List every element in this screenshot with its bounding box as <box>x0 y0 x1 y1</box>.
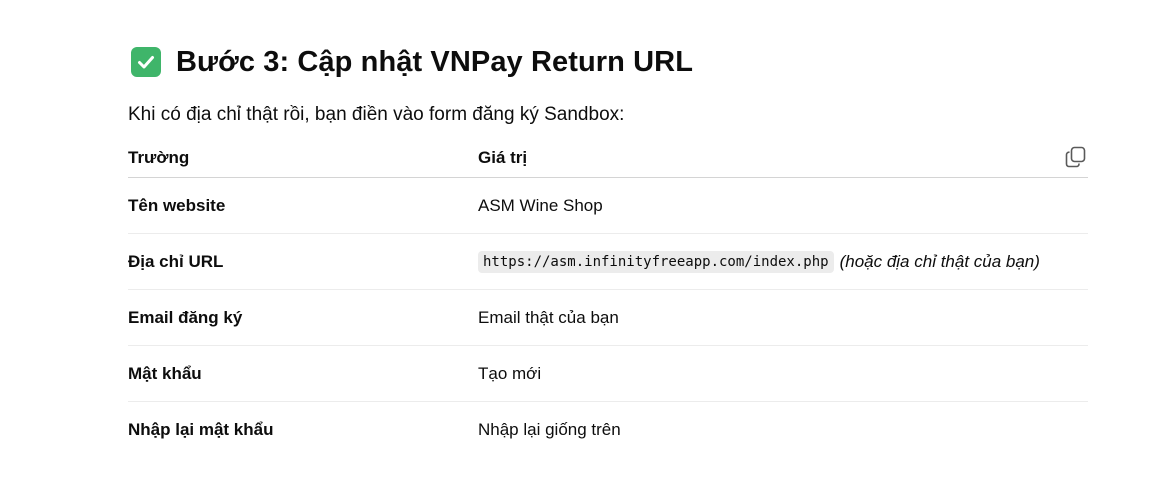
value-cell: ASM Wine Shop <box>478 195 603 215</box>
table-row: Nhập lại mật khẩu Nhập lại giống trên <box>128 402 1088 457</box>
header-value: Giá trị <box>478 148 528 167</box>
url-note: (hoặc địa chỉ thật của bạn) <box>839 251 1040 271</box>
section-heading: Bước 3: Cập nhật VNPay Return URL <box>128 43 1088 81</box>
field-cell: Nhập lại mật khẩu <box>128 419 274 439</box>
data-table: Trường Giá trị Tên website ASM Wine Shop… <box>128 139 1088 457</box>
header-field: Trường <box>128 148 190 167</box>
message-content: Bước 3: Cập nhật VNPay Return URL Khi có… <box>128 0 1088 457</box>
value-cell: https://asm.infinityfreeapp.com/index.ph… <box>478 250 1040 273</box>
table-header-row: Trường Giá trị <box>128 139 1088 178</box>
url-code: https://asm.infinityfreeapp.com/index.ph… <box>478 250 834 273</box>
value-cell: Email thật của bạn <box>478 307 619 327</box>
value-cell: Nhập lại giống trên <box>478 419 621 439</box>
heading-title: Bước 3: Cập nhật VNPay Return URL <box>176 45 694 78</box>
field-cell: Mật khẩu <box>128 363 202 383</box>
table-row: Tên website ASM Wine Shop <box>128 178 1088 234</box>
table-row: Mật khẩu Tạo mới <box>128 346 1088 402</box>
check-mark-button-icon <box>131 47 161 77</box>
field-cell: Email đăng ký <box>128 307 243 327</box>
table-row: Địa chỉ URL https://asm.infinityfreeapp.… <box>128 234 1088 290</box>
intro-text: Khi có địa chỉ thật rồi, bạn điền vào fo… <box>128 104 625 125</box>
field-cell: Địa chỉ URL <box>128 251 224 271</box>
copy-icon[interactable] <box>1064 145 1088 169</box>
value-cell: Tạo mới <box>478 363 542 383</box>
table-row: Email đăng ký Email thật của bạn <box>128 290 1088 346</box>
field-cell: Tên website <box>128 195 226 215</box>
